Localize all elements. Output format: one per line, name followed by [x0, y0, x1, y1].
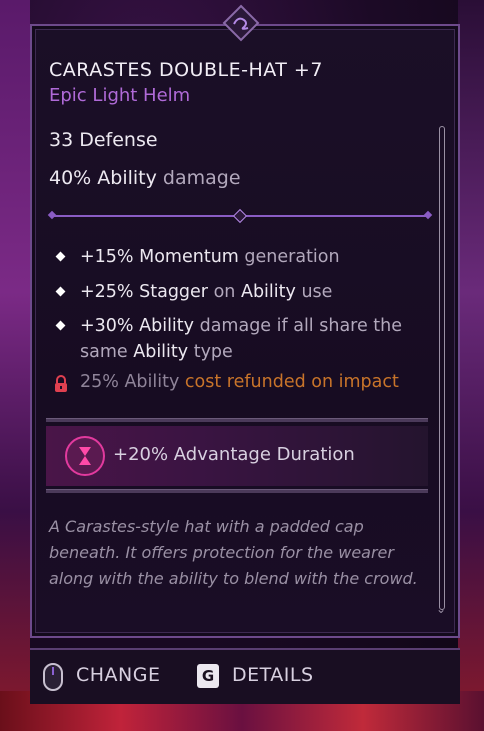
- ability-label: damage: [162, 167, 241, 189]
- defense-stat: 33 Defense: [49, 129, 158, 151]
- perk-2-highlight: +25% Stagger: [80, 282, 208, 302]
- details-button[interactable]: DETAILS: [232, 664, 314, 686]
- background-right: [458, 0, 484, 731]
- perk-1-text: generation: [244, 247, 340, 267]
- locked-perk: 25% Ability cost refunded on impact: [80, 372, 399, 392]
- perk-1-highlight: +15% Momentum: [80, 247, 239, 267]
- ability-stat: 40% Ability damage: [49, 167, 241, 189]
- perk-3-line2b: Ability: [133, 342, 189, 362]
- advantage-text: +20% Advantage Duration: [113, 444, 355, 465]
- hourglass-icon: [65, 436, 105, 476]
- perk-2-mid: on: [213, 282, 236, 302]
- perk-3: +30% Ability damage if all share the sam…: [80, 313, 430, 365]
- scrollbar[interactable]: [439, 126, 445, 610]
- perk-1: +15% Momentum generation: [80, 244, 430, 270]
- perk-3-line2c: type: [193, 342, 233, 362]
- ability-value: 40% Ability: [49, 167, 157, 189]
- details-key: G: [197, 664, 219, 688]
- mouse-icon: [43, 663, 63, 691]
- emblem-icon: [222, 4, 260, 42]
- perk-3-line2a: same: [80, 342, 128, 362]
- lock-icon: [55, 375, 67, 392]
- perk-2: +25% Stagger on Ability use: [80, 279, 430, 305]
- locked-perk-text: cost refunded on impact: [184, 372, 399, 392]
- defense-value: 33: [49, 129, 74, 151]
- defense-label: Defense: [79, 129, 158, 151]
- locked-perk-prefix: 25% Ability: [80, 372, 180, 392]
- change-button[interactable]: CHANGE: [76, 664, 161, 686]
- advantage-bottom-border: [46, 489, 428, 493]
- item-description: A Carastes-style hat with a padded cap b…: [49, 517, 418, 588]
- background-left: [0, 0, 30, 731]
- perk-3-text: damage if all share the: [199, 316, 403, 336]
- item-name: CARASTES DOUBLE-HAT +7: [49, 59, 323, 81]
- perk-3-highlight: +30% Ability: [80, 316, 195, 336]
- perk-2-highlight2: Ability: [240, 282, 296, 302]
- perk-2-text: use: [301, 282, 333, 302]
- advantage-top-border: [46, 418, 428, 422]
- item-type: Epic Light Helm: [49, 85, 191, 106]
- scroll-down-icon[interactable]: ⌄: [436, 602, 446, 616]
